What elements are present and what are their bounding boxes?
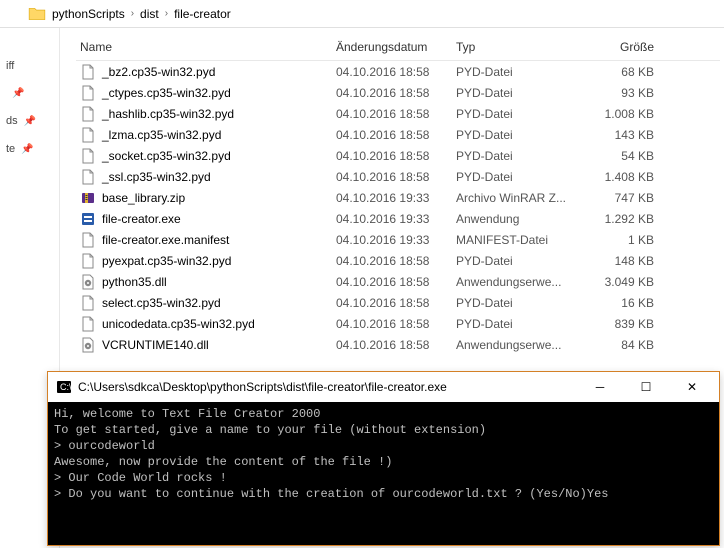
column-header-name[interactable]: Name (76, 34, 336, 60)
file-name: _hashlib.cp35-win32.pyd (102, 107, 234, 121)
file-name: _socket.cp35-win32.pyd (102, 149, 231, 163)
sidebar-item[interactable]: te 📌 (0, 135, 59, 163)
file-name: VCRUNTIME140.dll (102, 338, 209, 352)
exe-icon (80, 211, 96, 227)
column-header-type[interactable]: Typ (456, 34, 576, 60)
file-type: Anwendungserwe... (456, 332, 576, 358)
breadcrumb-item[interactable]: dist (140, 7, 159, 21)
folder-icon (28, 5, 46, 23)
dll-icon (80, 274, 96, 290)
pin-icon: 📌 (24, 116, 36, 127)
column-header-size[interactable]: Größe (576, 34, 662, 60)
file-name: pyexpat.cp35-win32.pyd (102, 254, 231, 268)
file-name: python35.dll (102, 275, 167, 289)
maximize-button[interactable]: ☐ (623, 373, 669, 402)
breadcrumb[interactable]: pythonScripts › dist › file-creator (0, 0, 724, 28)
file-name: file-creator.exe.manifest (102, 233, 229, 247)
minimize-button[interactable]: ─ (577, 373, 623, 402)
file-name: _lzma.cp35-win32.pyd (102, 128, 221, 142)
column-header-date[interactable]: Änderungsdatum (336, 34, 456, 60)
sidebar-item[interactable]: iff (0, 52, 59, 80)
pin-icon: 📌 (12, 88, 24, 99)
pin-icon: 📌 (21, 144, 33, 155)
console-output[interactable]: Hi, welcome to Text File Creator 2000 To… (48, 402, 719, 545)
file-icon (80, 295, 96, 311)
console-titlebar[interactable]: C:\ C:\Users\sdkca\Desktop\pythonScripts… (48, 372, 719, 402)
console-icon: C:\ (56, 379, 72, 395)
file-icon (80, 127, 96, 143)
breadcrumb-item[interactable]: pythonScripts (52, 7, 125, 21)
sidebar-item[interactable]: ds 📌 (0, 107, 59, 135)
file-name: select.cp35-win32.pyd (102, 296, 221, 310)
file-name: base_library.zip (102, 191, 185, 205)
file-date: 04.10.2016 18:58 (336, 332, 456, 358)
sidebar-item-label: iff (6, 60, 14, 72)
dll-icon (80, 337, 96, 353)
file-icon (80, 64, 96, 80)
zip-icon (80, 190, 96, 206)
breadcrumb-item[interactable]: file-creator (174, 7, 231, 21)
file-size: 84 KB (576, 332, 662, 358)
console-title: C:\Users\sdkca\Desktop\pythonScripts\dis… (78, 380, 577, 394)
sidebar-item-label: ds (6, 115, 18, 127)
console-window: C:\ C:\Users\sdkca\Desktop\pythonScripts… (47, 371, 720, 546)
file-icon (80, 148, 96, 164)
file-name: unicodedata.cp35-win32.pyd (102, 317, 255, 331)
file-icon (80, 85, 96, 101)
file-name: _ctypes.cp35-win32.pyd (102, 86, 231, 100)
svg-text:C:\: C:\ (60, 382, 72, 392)
column-headers: Name Änderungsdatum Typ Größe (76, 34, 720, 61)
file-icon (80, 253, 96, 269)
file-row[interactable]: VCRUNTIME140.dll 04.10.2016 18:58Anwendun… (76, 334, 720, 355)
file-name: file-creator.exe (102, 212, 181, 226)
file-icon (80, 169, 96, 185)
file-name: _ssl.cp35-win32.pyd (102, 170, 211, 184)
chevron-right-icon: › (131, 8, 134, 19)
sidebar-item[interactable]: 📌 (0, 80, 59, 107)
file-icon (80, 316, 96, 332)
sidebar-item-label: te (6, 143, 15, 155)
close-button[interactable]: ✕ (669, 373, 715, 402)
file-list: _bz2.cp35-win32.pyd04.10.2016 18:58PYD-D… (76, 61, 720, 355)
file-icon (80, 232, 96, 248)
file-name: _bz2.cp35-win32.pyd (102, 65, 215, 79)
chevron-right-icon: › (165, 8, 168, 19)
file-icon (80, 106, 96, 122)
